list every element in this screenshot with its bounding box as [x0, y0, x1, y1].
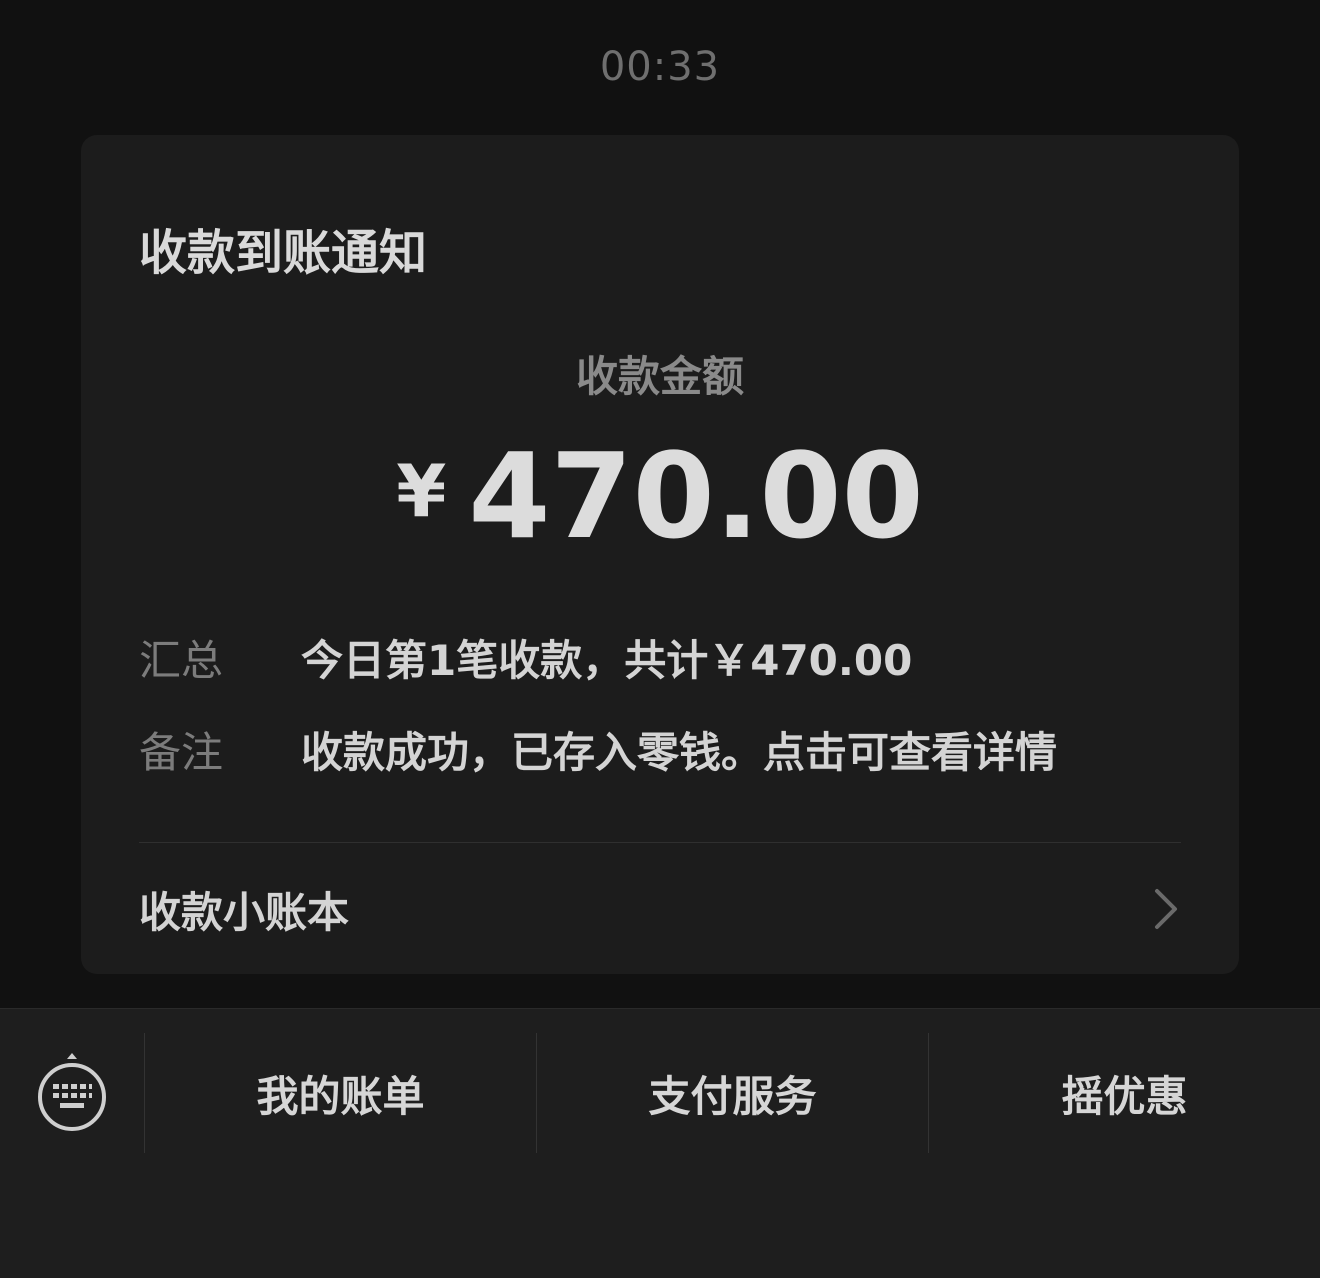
- summary-row: 汇总 今日第1笔收款，共计￥470.00: [139, 627, 912, 688]
- chat-screen: 00:33 收款到账通知 收款金额 ¥ 470.00 汇总 今日第1笔收款，共计…: [0, 0, 1320, 1278]
- menu-item-my-bills[interactable]: 我的账单: [145, 1033, 536, 1153]
- keyboard-toggle-button[interactable]: [36, 1053, 108, 1137]
- card-title: 收款到账通知: [139, 225, 428, 281]
- chevron-right-icon: [1151, 887, 1181, 931]
- message-timestamp: 00:33: [599, 44, 721, 90]
- card-divider: [139, 842, 1181, 843]
- amount-display: ¥ 470.00: [81, 427, 1239, 565]
- ledger-link[interactable]: 收款小账本: [139, 877, 1181, 941]
- service-menu-bar: 我的账单 支付服务 摇优惠: [0, 1008, 1320, 1278]
- remark-row: 备注 收款成功，已存入零钱。点击可查看详情: [139, 719, 1057, 780]
- menu-item-payment-services[interactable]: 支付服务: [537, 1033, 928, 1153]
- payment-notification-card[interactable]: 收款到账通知 收款金额 ¥ 470.00 汇总 今日第1笔收款，共计￥470.0…: [81, 135, 1239, 974]
- remark-label: 备注: [139, 728, 224, 777]
- summary-label: 汇总: [139, 636, 224, 685]
- amount-value: 470.00: [468, 427, 924, 565]
- summary-value: 今日第1笔收款，共计￥470.00: [301, 636, 913, 685]
- amount-label: 收款金额: [575, 352, 744, 401]
- menu-item-shake-offers[interactable]: 摇优惠: [929, 1033, 1320, 1153]
- keyboard-icon: [36, 1053, 108, 1137]
- currency-symbol: ¥: [396, 449, 447, 533]
- ledger-label: 收款小账本: [139, 887, 350, 937]
- remark-value: 收款成功，已存入零钱。点击可查看详情: [301, 728, 1058, 777]
